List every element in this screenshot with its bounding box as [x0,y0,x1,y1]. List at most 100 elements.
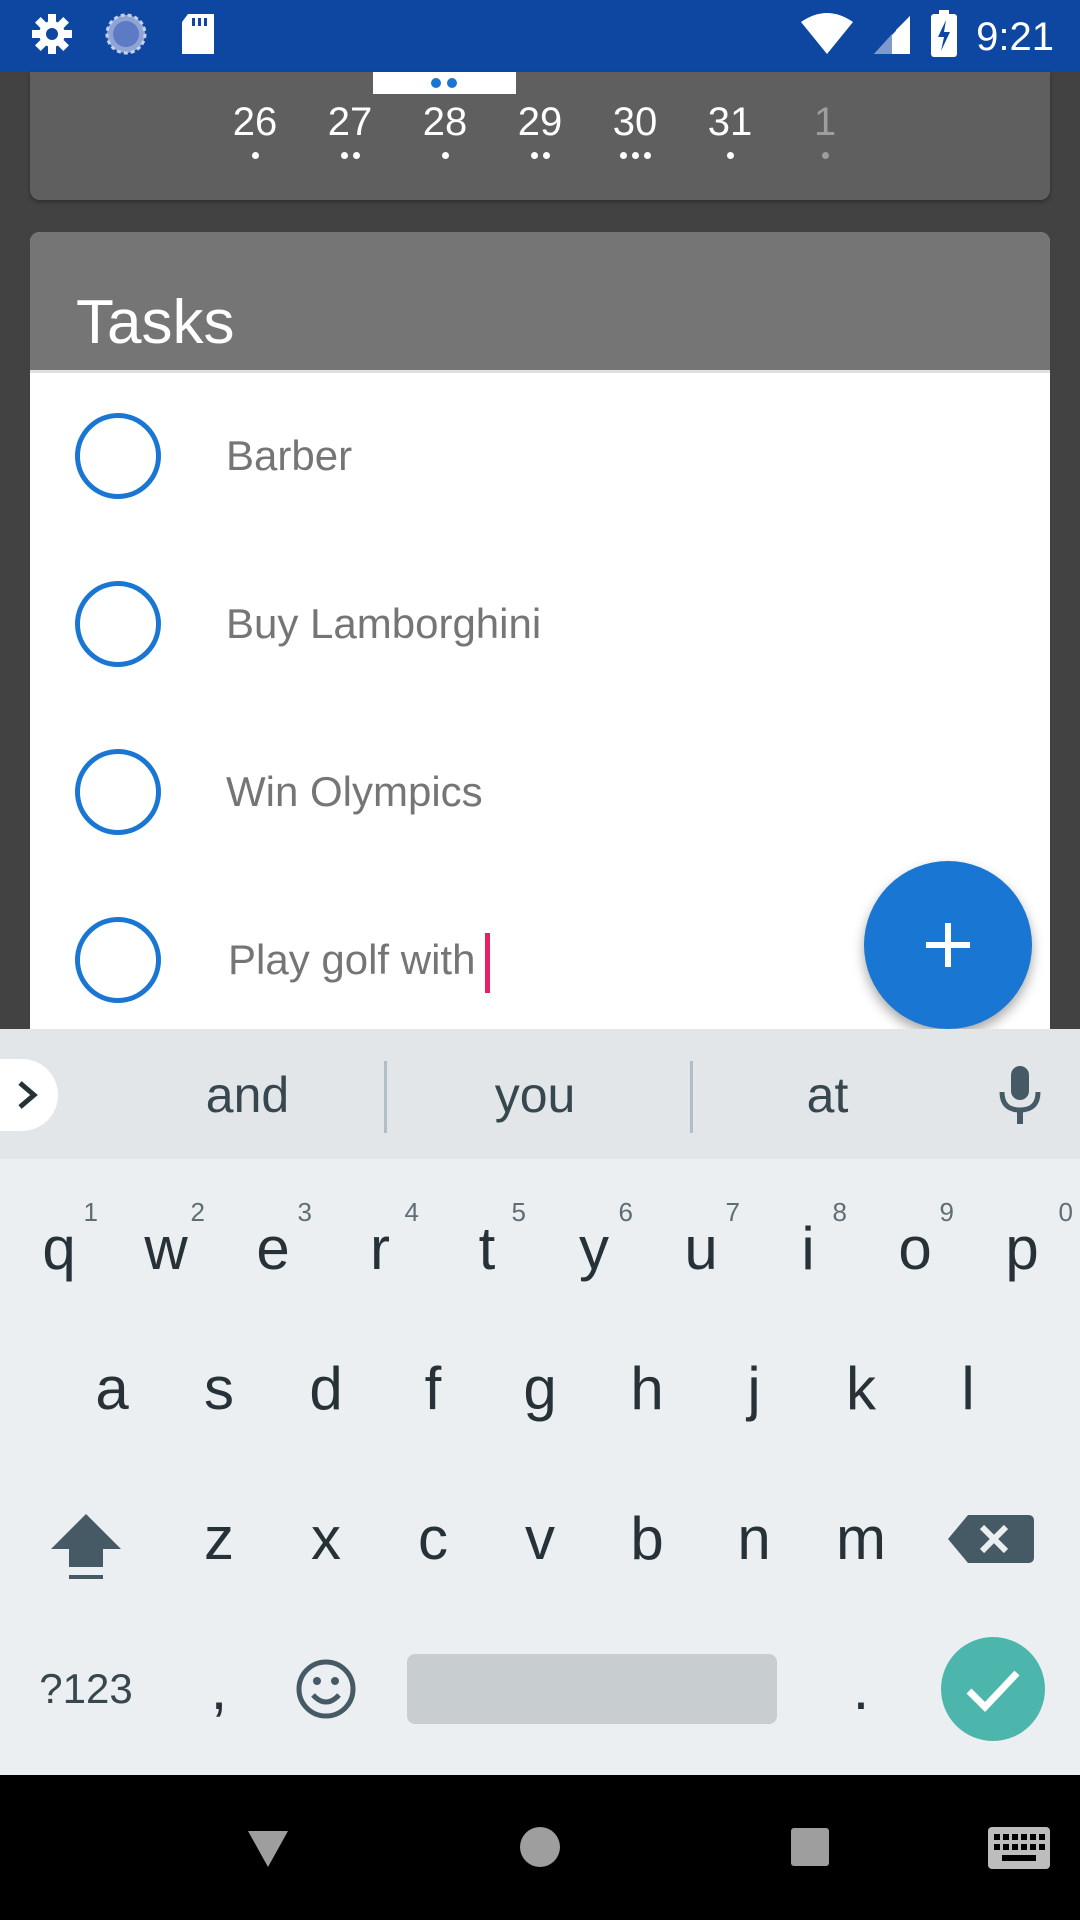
backspace-icon [948,1515,1034,1563]
key-z[interactable]: z [166,1469,272,1609]
key-q[interactable]: q1 [6,1179,112,1319]
expand-toolbar-button[interactable] [0,1059,58,1131]
suggestion-2[interactable]: you [400,1059,670,1131]
suggestion-divider [690,1061,693,1133]
suggestion-divider [384,1061,387,1133]
task-label[interactable]: Barber [226,428,352,484]
sd-card-icon [178,12,218,61]
key-t[interactable]: t5 [434,1179,540,1319]
day-number: 30 [612,100,658,144]
home-circle-icon[interactable] [518,1825,562,1869]
task-row[interactable]: Win Olympics [30,709,1050,877]
task-edit-field[interactable]: Play golf with [228,932,491,993]
day-number: 1 [813,100,837,144]
day-number: 28 [422,100,468,144]
period-key[interactable]: . [808,1619,914,1759]
task-checkbox[interactable] [75,917,161,1003]
key-v[interactable]: v [487,1469,593,1609]
backspace-key[interactable] [940,1469,1046,1609]
shift-key[interactable] [33,1469,139,1609]
suggestion-1[interactable]: and [130,1059,365,1131]
microphone-icon[interactable] [996,1064,1044,1133]
task-checkbox[interactable] [75,749,161,835]
key-i[interactable]: i8 [755,1179,861,1319]
task-row[interactable]: Barber [30,373,1050,541]
key-k[interactable]: k [808,1319,914,1459]
event-dots [310,152,390,164]
calendar-day-28[interactable]: 28 [405,92,485,164]
task-checkbox[interactable] [75,581,161,667]
task-edit-text: Play golf with [228,936,476,983]
wifi-icon [800,12,854,61]
checkmark-icon [966,1670,1020,1713]
calendar-day-27[interactable]: 27 [310,92,390,164]
key-s[interactable]: s [166,1319,272,1459]
key-m[interactable]: m [808,1469,914,1609]
calendar-day-1[interactable]: 1 [785,92,865,164]
day-number: 26 [232,100,278,144]
key-j[interactable]: j [701,1319,807,1459]
key-p[interactable]: p0 [969,1179,1075,1319]
space-bar[interactable] [407,1654,777,1724]
task-label[interactable]: Buy Lamborghini [226,596,541,652]
key-d[interactable]: d [273,1319,379,1459]
calendar-day-26[interactable]: 26 [215,92,295,164]
task-label[interactable]: Win Olympics [226,764,483,820]
clock-time: 9:21 [976,14,1054,59]
event-dots [595,152,675,164]
key-u[interactable]: u7 [648,1179,754,1319]
event-dots [405,152,485,164]
symbols-key[interactable]: ?123 [33,1619,139,1759]
event-dots [690,152,770,164]
enter-key[interactable] [941,1637,1045,1741]
system-navigation-bar [0,1775,1080,1920]
cell-signal-icon [872,12,912,61]
emoji-key[interactable] [273,1619,379,1759]
key-x[interactable]: x [273,1469,379,1609]
day-number: 31 [707,100,753,144]
key-f[interactable]: f [380,1319,486,1459]
day-number: 29 [517,100,563,144]
suggestion-strip: and you at [0,1029,1080,1159]
shift-arrow-icon [51,1514,121,1579]
tasks-title: Tasks [76,288,235,357]
key-y[interactable]: y6 [541,1179,647,1319]
status-bar: 9:21 [0,0,1080,72]
key-a[interactable]: a [59,1319,165,1459]
settings-gear-icon [30,12,74,61]
key-g[interactable]: g [487,1319,593,1459]
key-l[interactable]: l [915,1319,1021,1459]
text-cursor [485,932,491,993]
key-o[interactable]: o9 [862,1179,968,1319]
event-dots [785,152,865,164]
key-w[interactable]: w2 [113,1179,219,1319]
smiley-icon [296,1659,356,1719]
sync-circle-icon [104,12,148,61]
chevron-right-icon [18,1081,38,1109]
back-triangle-icon[interactable] [244,1827,292,1871]
recents-square-icon[interactable] [791,1828,829,1866]
tasks-header: Tasks [30,232,1050,373]
event-dots [215,152,295,164]
indicator-dot [447,78,457,88]
key-h[interactable]: h [594,1319,700,1459]
battery-charging-icon [930,10,958,63]
event-dots [500,152,580,164]
calendar-day-29[interactable]: 29 [500,92,580,164]
task-row[interactable]: Buy Lamborghini [30,541,1050,709]
comma-key[interactable]: , [166,1619,272,1759]
suggestion-3[interactable]: at [705,1059,950,1131]
key-c[interactable]: c [380,1469,486,1609]
calendar-day-31[interactable]: 31 [690,92,770,164]
keyboard-switch-icon[interactable] [988,1827,1050,1869]
calendar-week-strip: 26 27 28 29 30 31 1 [30,72,1050,200]
key-e[interactable]: e3 [220,1179,326,1319]
key-r[interactable]: r4 [327,1179,433,1319]
soft-keyboard: and you at q1 w2 e3 r4 t5 y6 u7 i8 o9 p0… [0,1029,1080,1775]
task-checkbox[interactable] [75,413,161,499]
selected-day-indicator [373,72,516,94]
key-n[interactable]: n [701,1469,807,1609]
calendar-day-30[interactable]: 30 [595,92,675,164]
add-task-button[interactable] [864,861,1032,1029]
key-b[interactable]: b [594,1469,700,1609]
